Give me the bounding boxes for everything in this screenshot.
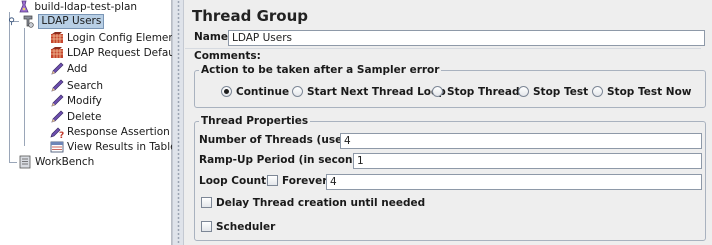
tree-node-delete[interactable]: Delete [50, 110, 102, 125]
loop-count-field[interactable]: 4 [326, 174, 702, 190]
assertion-icon: ? [50, 125, 64, 139]
sampler-icon [50, 94, 64, 108]
workbench-icon [18, 155, 32, 169]
radio-label: Start Next Thread Loop [307, 86, 446, 98]
radio-label: Stop Thread [447, 86, 520, 98]
radio-unselected-icon [432, 86, 443, 97]
radio-continue[interactable]: Continue [221, 86, 289, 99]
radio-unselected-icon [518, 86, 529, 97]
radio-stop-thread[interactable]: Stop Thread [432, 86, 520, 99]
split-pane-divider[interactable] [172, 0, 184, 245]
sampler-icon [50, 110, 64, 124]
svg-text:?: ? [59, 131, 64, 139]
tree-connector [9, 12, 10, 162]
checkbox-label: Forever [282, 175, 328, 187]
ramp-up-field[interactable]: 1 [353, 153, 702, 169]
tree-node-ldap-request-defaults[interactable]: LDAP Request Defaults [50, 46, 187, 61]
tree-node-label: Add [67, 63, 88, 75]
tree-node-search[interactable]: Search [50, 79, 103, 94]
thread-properties-legend: Thread Properties [199, 114, 311, 128]
checkbox-label: Scheduler [216, 221, 276, 233]
tree-node-label: Search [67, 80, 104, 92]
tree-node-thread-group[interactable]: ⚲ LDAP Users [5, 14, 105, 29]
tree-node-label: Modify [67, 95, 102, 107]
collapse-toggle-icon[interactable]: ⚲ [5, 17, 18, 27]
checkbox-unchecked-icon [201, 197, 212, 208]
config-element-icon [50, 46, 64, 60]
tree-node-label: View Results in Table [67, 141, 177, 153]
tree-node-login-config[interactable]: Login Config Element [50, 31, 179, 46]
tree-node-label: Login Config Element [67, 32, 180, 44]
thread-group-panel: Thread Group Name: LDAP Users Comments: … [184, 0, 712, 245]
sampler-error-legend: Action to be taken after a Sampler error [199, 63, 442, 77]
forever-checkbox[interactable]: Forever [267, 175, 327, 188]
radio-start-next-thread-loop[interactable]: Start Next Thread Loop [292, 86, 446, 99]
thread-properties-group: Thread Properties Number of Threads (use… [194, 114, 706, 241]
checkbox-unchecked-icon [267, 175, 278, 186]
tree-node-view-results-table[interactable]: View Results in Table [50, 140, 177, 155]
tree-node-label: build-ldap-test-plan [34, 1, 138, 13]
tree-node-label: LDAP Request Defaults [67, 47, 188, 59]
sampler-icon [50, 62, 64, 76]
ramp-up-label: Ramp-Up Period (in seconds): [199, 154, 376, 166]
config-element-icon [50, 31, 64, 45]
test-plan-tree[interactable]: build-ldap-test-plan ⚲ LDAP Users Login … [0, 0, 187, 245]
divider [185, 48, 701, 49]
tree-node-label: Response Assertion [67, 126, 170, 138]
listener-icon [50, 140, 64, 154]
radio-unselected-icon [592, 86, 603, 97]
tree-node-modify[interactable]: Modify [50, 94, 102, 109]
radio-label: Continue [236, 86, 290, 98]
tree-connector [9, 162, 17, 163]
radio-stop-test[interactable]: Stop Test [518, 86, 588, 99]
tree-node-workbench[interactable]: WorkBench [18, 155, 94, 170]
splitter-grip [177, 0, 180, 245]
tree-node-test-plan[interactable]: build-ldap-test-plan [4, 0, 137, 15]
radio-unselected-icon [292, 86, 303, 97]
checkbox-label: Delay Thread creation until needed [216, 197, 426, 209]
thread-group-icon [21, 14, 35, 28]
tree-node-label: WorkBench [35, 156, 95, 168]
name-field[interactable]: LDAP Users [228, 30, 705, 46]
delay-thread-creation-checkbox[interactable]: Delay Thread creation until needed [201, 197, 425, 210]
radio-label: Stop Test [533, 86, 589, 98]
test-plan-icon [17, 0, 31, 14]
scheduler-checkbox[interactable]: Scheduler [201, 221, 275, 234]
loop-count-label: Loop Count: [199, 175, 271, 187]
collapse-toggle-icon[interactable] [4, 0, 14, 10]
sampler-icon [50, 79, 64, 93]
radio-selected-icon [221, 86, 232, 97]
tree-node-label: Delete [67, 111, 102, 123]
num-threads-field[interactable]: 4 [340, 133, 702, 149]
radio-label: Stop Test Now [607, 86, 692, 98]
page-title: Thread Group [192, 7, 308, 25]
num-threads-label: Number of Threads (users): [199, 134, 363, 146]
tree-connector [24, 28, 25, 146]
radio-stop-test-now[interactable]: Stop Test Now [592, 86, 691, 99]
tree-node-response-assertion[interactable]: ? Response Assertion [50, 125, 170, 140]
tree-node-label: LDAP Users [38, 14, 105, 29]
checkbox-unchecked-icon [201, 221, 212, 232]
comments-label: Comments: [194, 50, 261, 62]
tree-node-add[interactable]: Add [50, 62, 87, 77]
sampler-error-group: Action to be taken after a Sampler error… [194, 63, 706, 108]
name-label: Name: [194, 31, 233, 43]
